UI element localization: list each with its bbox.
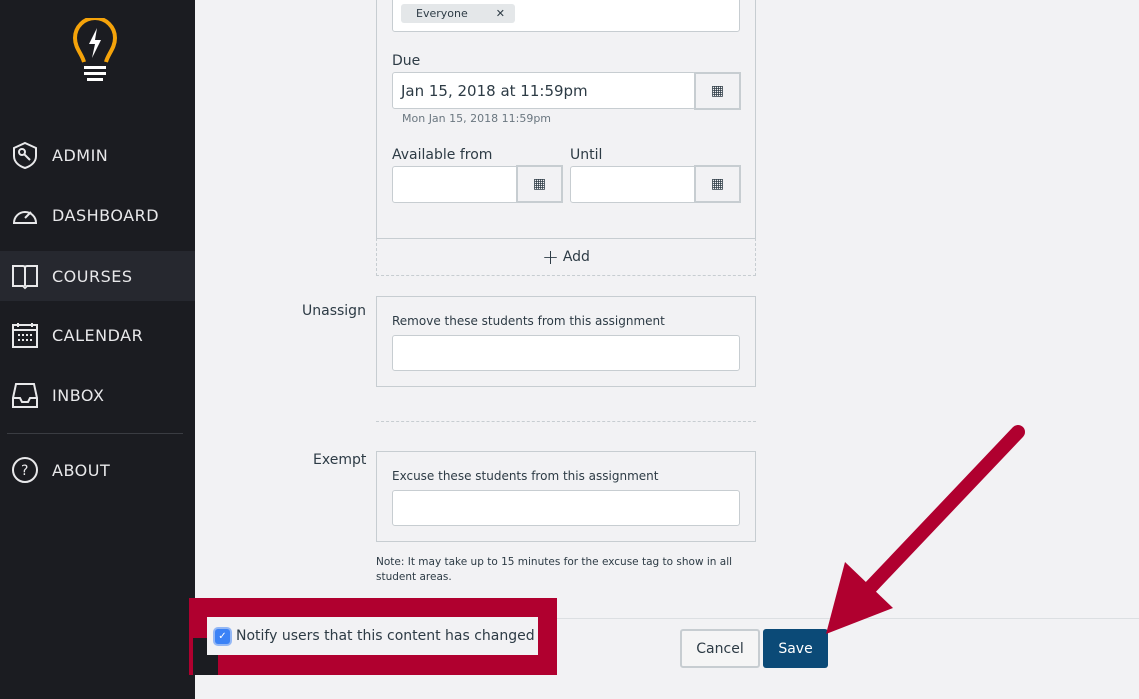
annotation-arrow-icon	[826, 425, 1025, 634]
